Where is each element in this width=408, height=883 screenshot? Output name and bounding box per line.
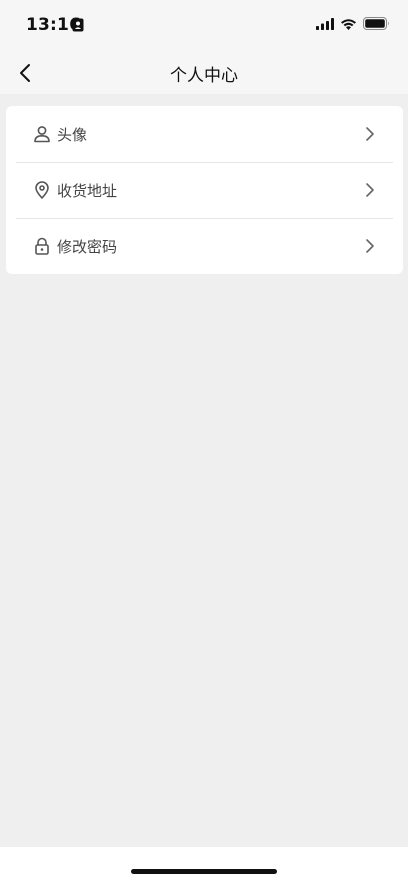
location-pin-icon (33, 181, 51, 199)
menu-card: 头像 收货地址 修改密码 (6, 106, 403, 274)
menu-item-avatar[interactable]: 头像 (6, 106, 403, 162)
menu-item-address[interactable]: 收货地址 (6, 162, 403, 218)
chevron-right-icon (365, 182, 375, 198)
lock-icon (33, 237, 51, 255)
home-indicator-bar (0, 847, 408, 883)
menu-item-label: 修改密码 (57, 237, 118, 256)
home-indicator[interactable] (131, 869, 277, 874)
battery-icon (363, 17, 389, 30)
signal-icon (316, 17, 334, 30)
status-bar: 13:16 (0, 0, 408, 52)
status-icons (316, 17, 390, 30)
wifi-icon (341, 18, 356, 30)
chevron-right-icon (365, 126, 375, 142)
nav-bar: 个人中心 (0, 52, 408, 94)
menu-item-label: 头像 (57, 125, 88, 144)
chevron-right-icon (365, 238, 375, 254)
menu-item-label: 收货地址 (57, 181, 118, 200)
user-icon (33, 125, 51, 143)
menu-item-change-password[interactable]: 修改密码 (6, 218, 403, 274)
page-title: 个人中心 (170, 66, 238, 86)
screen: 13:16 个人中心 头像 收货地址 修改密码 (0, 0, 408, 883)
contact-card-icon (72, 18, 84, 32)
